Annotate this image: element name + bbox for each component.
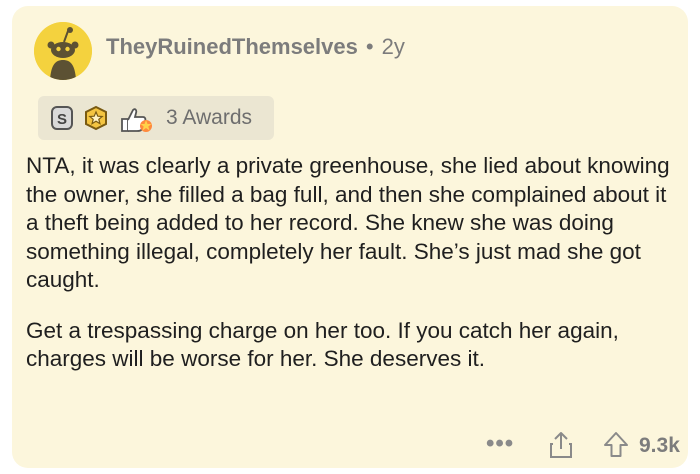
awards-count-label: 3 Awards [166, 106, 252, 129]
upvote-button[interactable] [602, 430, 632, 464]
more-options-icon: ••• [486, 430, 515, 457]
share-icon [550, 432, 572, 458]
helpful-award-icon [121, 108, 152, 132]
svg-text:S: S [57, 111, 67, 128]
share-button[interactable] [548, 430, 578, 464]
upvote-icon [604, 432, 628, 457]
comment-meta: TheyRuinedThemselves • 2y [106, 34, 405, 60]
more-options-button[interactable]: ••• [486, 430, 516, 464]
vote-score: 9.3k [639, 434, 680, 457]
comment-body: NTA, it was clearly a private greenhouse… [26, 152, 676, 396]
user-avatar[interactable] [34, 22, 92, 80]
snoo-avatar-icon [34, 22, 92, 80]
comment-age: 2y [381, 34, 405, 59]
gold-award-icon [85, 105, 107, 131]
comment-card: TheyRuinedThemselves • 2y S 3 Awards NTA, … [12, 6, 688, 468]
awards-bar[interactable]: S 3 Awards [38, 96, 274, 140]
comment-paragraph: Get a trespassing charge on her too. If … [26, 317, 619, 372]
silver-award-icon: S [51, 106, 73, 130]
meta-separator: • [365, 34, 374, 59]
comment-paragraph: NTA, it was clearly a private greenhouse… [26, 153, 670, 292]
author-username[interactable]: TheyRuinedThemselves [106, 34, 358, 59]
